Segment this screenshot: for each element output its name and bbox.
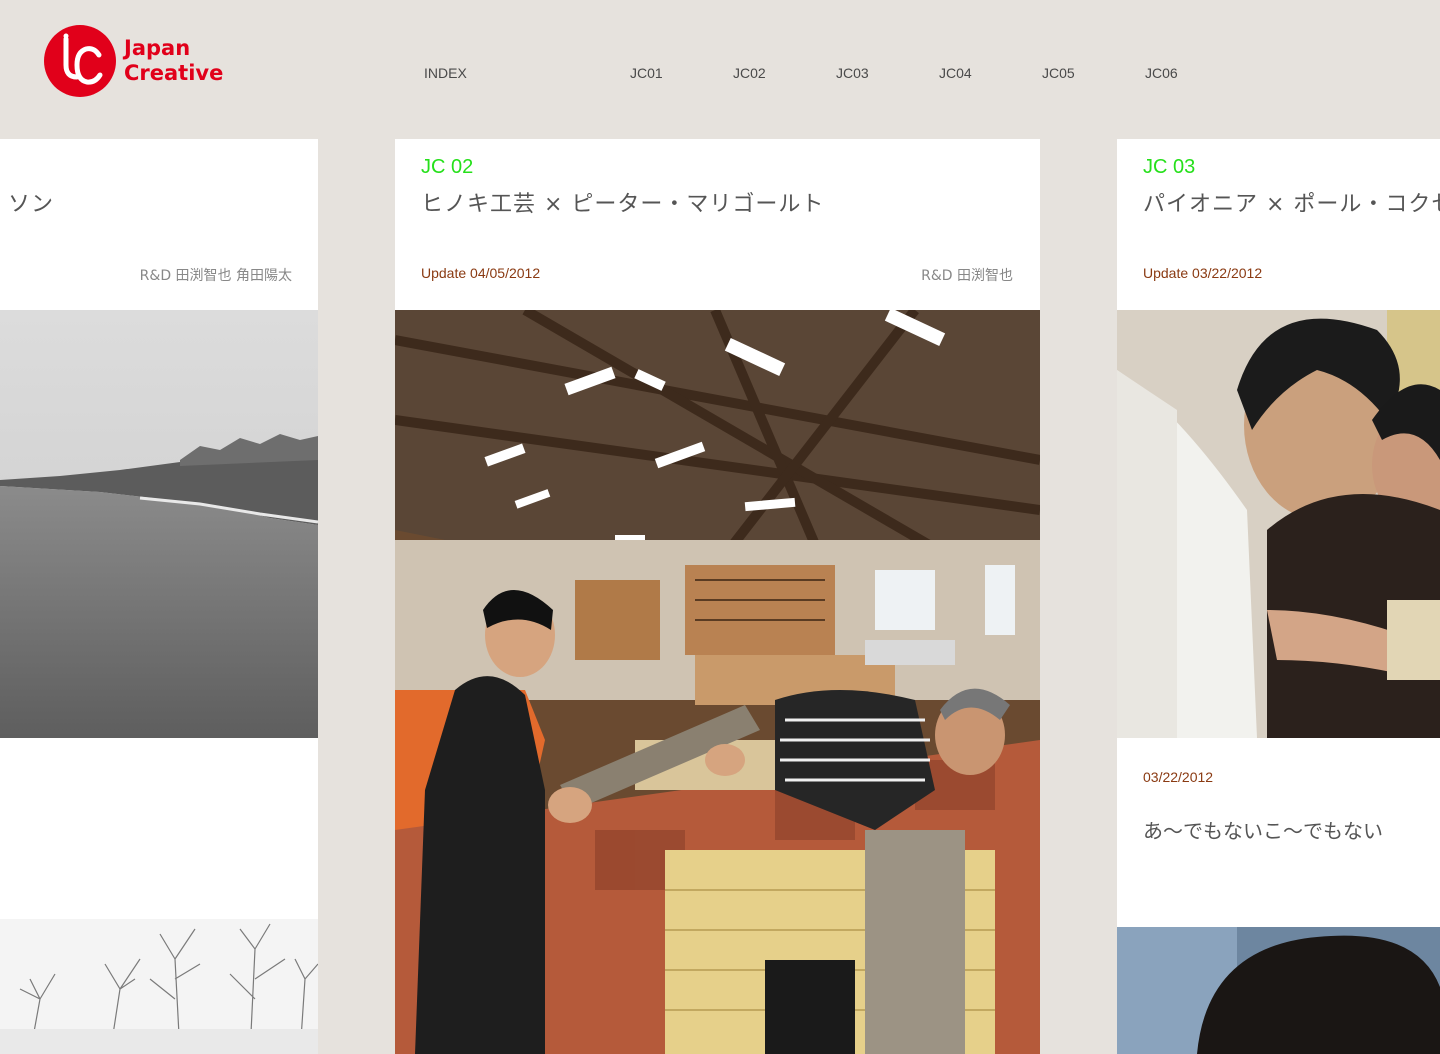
nav-jc03[interactable]: JC03 <box>836 65 869 81</box>
nav-jc05[interactable]: JC05 <box>1042 65 1075 81</box>
logo-line-1: Japan <box>124 36 191 60</box>
nav-jc02[interactable]: JC02 <box>733 65 766 81</box>
project-card-jc03[interactable]: JC 03 パイオニア × ポール・コクセ Update 03/22/2012 … <box>1117 139 1440 1054</box>
workshop-photo[interactable] <box>395 310 1040 1054</box>
japan-creative-logo[interactable]: Japan Creative <box>44 25 223 97</box>
logo-wordmark: Japan Creative <box>124 36 223 86</box>
river-snow-photo[interactable] <box>0 310 318 738</box>
series-label: JC 03 <box>1143 156 1196 178</box>
workshop-image <box>395 310 1040 1054</box>
portrait-photo[interactable] <box>1117 927 1440 1054</box>
nav-index[interactable]: INDEX <box>424 65 467 81</box>
nav-jc04[interactable]: JC04 <box>939 65 972 81</box>
project-credit: R&D 田渕智也 <box>921 268 1013 284</box>
article-date: 03/22/2012 <box>1143 769 1214 785</box>
river-snow-image <box>0 310 318 738</box>
designers-image <box>1117 310 1440 738</box>
update-date: Update 03/22/2012 <box>1143 265 1263 281</box>
project-title[interactable]: ヒノキ工芸 × ピーター・マリゴールト <box>421 186 824 218</box>
project-card-jc01[interactable]: ソン R&D 田渕智也 角田陽太 <box>0 139 318 1054</box>
update-date: Update 04/05/2012 <box>421 265 541 281</box>
project-title[interactable]: パイオニア × ポール・コクセ <box>1143 186 1440 218</box>
portrait-image <box>1117 927 1440 1054</box>
project-credit: R&D 田渕智也 角田陽太 <box>139 268 292 284</box>
snowy-trees-image <box>0 919 318 1054</box>
jc-logo-icon <box>44 25 116 97</box>
nav-jc06[interactable]: JC06 <box>1145 65 1178 81</box>
article-title[interactable]: あ〜でもないこ〜でもない <box>1143 815 1383 844</box>
designers-photo[interactable] <box>1117 310 1440 738</box>
project-card-jc02[interactable]: JC 02 ヒノキ工芸 × ピーター・マリゴールト Update 04/05/2… <box>395 139 1040 1054</box>
project-title: ソン <box>8 192 55 217</box>
snowy-trees-photo[interactable] <box>0 919 318 1054</box>
nav-jc01[interactable]: JC01 <box>630 65 663 81</box>
logo-line-2: Creative <box>124 61 224 85</box>
series-label: JC 02 <box>421 156 474 178</box>
site-header: Japan Creative INDEX JC01 JC02 JC03 JC04… <box>0 0 1440 139</box>
